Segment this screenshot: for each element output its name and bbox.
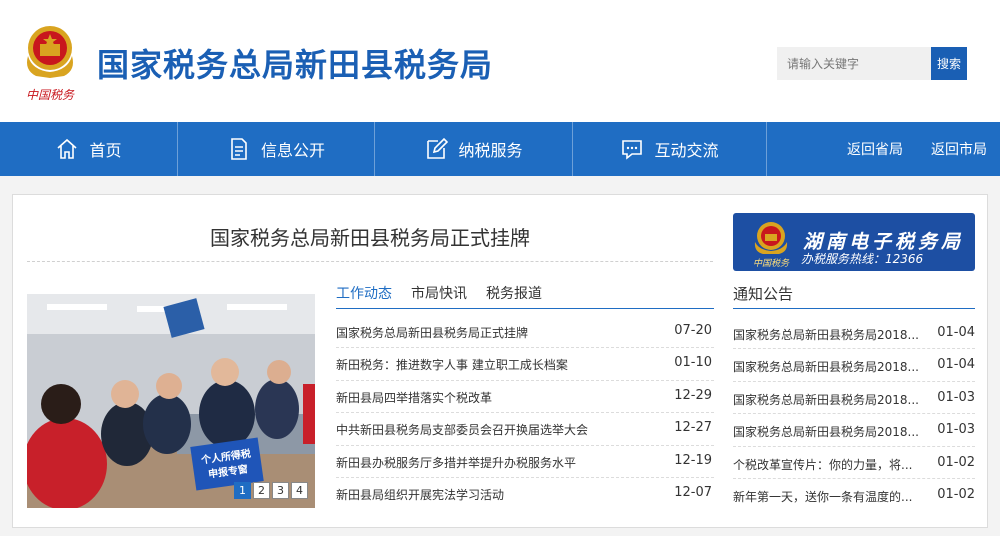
list-item: 新田县办税服务厅多措并举提升办税服务水平 12-19 [336, 446, 714, 478]
banner-logo-text: 中国税务 [753, 258, 790, 268]
carousel-page-button[interactable]: 2 [253, 482, 270, 499]
document-icon [231, 138, 247, 160]
list-item: 国家税务总局新田县税务局正式挂牌 07-20 [336, 316, 714, 349]
news-date: 07-20 [674, 323, 712, 338]
page: 中国税务 国家税务总局新田县税务局 搜索 首页 信息公开 纳税服务 互动交流 返… [0, 0, 1000, 536]
notice-date: 01-04 [937, 325, 975, 340]
list-item: 国家税务总局新田县税务局2018... 01-04 [733, 349, 975, 382]
news-title-link[interactable]: 中共新田县税务局支部委员会召开换届选举大会 [336, 421, 588, 438]
banner-hotline: 办税服务热线：12366 [801, 252, 924, 266]
news-title-link[interactable]: 国家税务总局新田县税务局正式挂牌 [336, 324, 528, 341]
news-list: 国家税务总局新田县税务局正式挂牌 07-20 新田税务：推进数字人事 建立职工成… [336, 316, 714, 510]
notice-heading-label: 通知公告 [733, 285, 794, 303]
notice-date: 01-03 [937, 422, 975, 438]
news-photo: 个人所得税 申报专窗 [27, 294, 315, 508]
news-photo-carousel[interactable]: 个人所得税 申报专窗 [27, 294, 315, 508]
carousel-page-button[interactable]: 1 [234, 482, 251, 499]
emblem-text: 中国税务 [26, 88, 75, 102]
news-date: 12-07 [674, 484, 712, 500]
carousel-page-button[interactable]: 3 [272, 482, 289, 499]
divider [27, 261, 713, 262]
notice-title-link[interactable]: 国家税务总局新田县税务局2018... [733, 358, 919, 375]
list-item: 国家税务总局新田县税务局2018... 01-03 [733, 382, 975, 415]
news-title-link[interactable]: 新田县办税服务厅多措并举提升办税服务水平 [336, 454, 576, 471]
notice-date: 01-03 [937, 389, 975, 405]
notice-title-link[interactable]: 国家税务总局新田县税务局2018... [733, 423, 919, 440]
nav-item-tax-service[interactable]: 纳税服务 [375, 122, 572, 176]
notice-title-link[interactable]: 国家税务总局新田县税务局2018... [733, 391, 919, 408]
list-item: 个税改革宣传片：你的力量，将... 01-02 [733, 447, 975, 479]
carousel-pager: 1 2 3 4 [234, 482, 308, 499]
carousel-page-button[interactable]: 4 [291, 482, 308, 499]
nav-item-home[interactable]: 首页 [0, 122, 177, 176]
home-icon [57, 138, 78, 159]
news-title-link[interactable]: 新田税务：推进数字人事 建立职工成长档案 [336, 356, 568, 373]
news-date: 12-29 [674, 387, 712, 403]
tax-emblem-logo: 中国税务 [753, 222, 790, 268]
notice-date: 01-02 [937, 486, 975, 502]
notice-date: 01-02 [937, 454, 975, 470]
search-input[interactable] [777, 47, 931, 80]
news-title-link[interactable]: 新田县局组织开展宪法学习活动 [336, 486, 504, 503]
nav-item-label: 互动交流 [654, 141, 719, 160]
back-to-province-link[interactable]: 返回省局 [847, 122, 903, 176]
site-title: 国家税务总局新田县税务局 [97, 46, 494, 84]
back-to-city-link[interactable]: 返回市局 [931, 122, 987, 176]
tab-work-news[interactable]: 工作动态 [336, 283, 392, 303]
nav-item-info[interactable]: 信息公开 [178, 122, 374, 176]
news-date: 12-19 [674, 452, 712, 468]
notice-title-link[interactable]: 个税改革宣传片：你的力量，将... [733, 456, 912, 473]
news-title-link[interactable]: 新田县局四举措落实个税改革 [336, 389, 492, 406]
notice-list: 国家税务总局新田县税务局2018... 01-04 国家税务总局新田县税务局20… [733, 317, 975, 511]
list-item: 新田税务：推进数字人事 建立职工成长档案 01-10 [336, 348, 714, 381]
hunan-etax-banner[interactable]: 中国税务 湖南电子税务局 办税服务热线：12366 [733, 213, 975, 271]
search-button[interactable]: 搜索 [931, 47, 967, 80]
nav-item-label: 首页 [89, 141, 122, 160]
nav-item-label: 信息公开 [260, 141, 325, 160]
chat-icon [622, 140, 643, 160]
tab-city-news[interactable]: 市局快讯 [411, 283, 467, 303]
notice-title-link[interactable]: 新年第一天，送你一条有温度的... [733, 488, 912, 505]
main-nav: 首页 信息公开 纳税服务 互动交流 返回省局 返回市局 [0, 122, 1000, 176]
nav-item-interaction[interactable]: 互动交流 [573, 122, 766, 176]
list-item: 国家税务总局新田县税务局2018... 01-03 [733, 414, 975, 447]
tax-emblem-logo: 中国税务 [26, 26, 75, 102]
list-item: 新年第一天，送你一条有温度的... 01-02 [733, 479, 975, 511]
notice-title-link[interactable]: 国家税务总局新田县税务局2018... [733, 326, 919, 343]
list-item: 国家税务总局新田县税务局2018... 01-04 [733, 317, 975, 350]
site-header: 中国税务 国家税务总局新田县税务局 搜索 [0, 0, 1000, 122]
notice-date: 01-04 [937, 357, 975, 373]
tab-tax-reports[interactable]: 税务报道 [486, 283, 542, 303]
list-item: 新田县局组织开展宪法学习活动 12-07 [336, 478, 714, 510]
headline[interactable]: 国家税务总局新田县税务局正式挂牌 [0, 222, 740, 251]
news-date: 01-10 [674, 355, 712, 371]
list-item: 新田县局四举措落实个税改革 12-29 [336, 381, 714, 414]
nav-divider [766, 122, 767, 176]
news-date: 12-27 [674, 420, 712, 436]
pen-icon [427, 137, 449, 159]
nav-item-label: 纳税服务 [458, 141, 523, 160]
notice-heading: 通知公告 [733, 283, 975, 309]
news-tabs: 工作动态 市局快讯 税务报道 [336, 283, 714, 309]
list-item: 中共新田县税务局支部委员会召开换届选举大会 12-27 [336, 413, 714, 446]
